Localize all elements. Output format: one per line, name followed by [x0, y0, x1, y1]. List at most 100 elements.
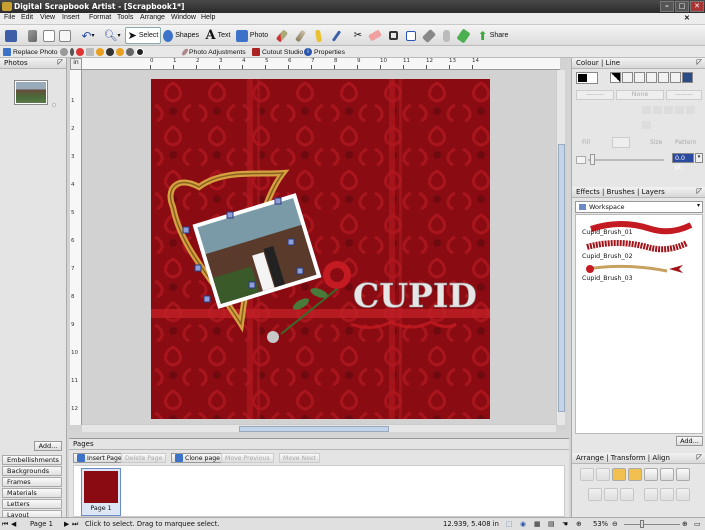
next-page-icon[interactable]: ▶ — [64, 520, 69, 528]
fit-page-icon[interactable]: ▭ — [694, 520, 700, 528]
brush-item-3[interactable]: Cupid_Brush_03 — [582, 275, 633, 282]
grid-icon[interactable]: ▦ — [534, 520, 540, 528]
clone-tool[interactable] — [438, 27, 454, 44]
arrange-transform-align-tab[interactable]: Arrange | Transform | Align — [576, 454, 670, 462]
crop-tool[interactable] — [385, 27, 401, 44]
category-materials[interactable]: Materials — [2, 488, 62, 498]
arrange-btn-10[interactable] — [620, 488, 634, 501]
line-5-icon[interactable] — [670, 72, 681, 83]
line-4-icon[interactable] — [658, 72, 669, 83]
arrange-btn-2[interactable] — [596, 468, 610, 481]
menu-help[interactable]: Help — [201, 14, 215, 21]
line-3-icon[interactable] — [646, 72, 657, 83]
dash-style-grid[interactable] — [642, 106, 702, 134]
effects-brushes-layers-tab[interactable]: Effects | Brushes | Layers — [576, 188, 665, 196]
move-previous-button[interactable]: Move Previous — [221, 453, 274, 463]
photo-thumbnail[interactable] — [14, 80, 48, 105]
vertical-ruler[interactable]: 1 2 3 4 5 6 7 8 9 10 11 12 — [70, 70, 82, 425]
width-slider-thumb[interactable] — [590, 154, 595, 165]
paste-button[interactable] — [57, 27, 73, 44]
snap-icon[interactable]: ▤ — [548, 520, 554, 528]
vertical-scroll-thumb[interactable] — [558, 144, 565, 412]
zoom-out-icon[interactable]: ⊖ — [612, 520, 618, 528]
align-left-icon[interactable] — [660, 468, 674, 481]
shapes-tool[interactable]: Shapes — [163, 27, 199, 44]
hand-icon[interactable]: ☚ — [562, 520, 568, 528]
category-letters[interactable]: Letters — [2, 499, 62, 509]
menu-insert[interactable]: Insert — [62, 14, 80, 21]
brush-item-1[interactable]: Cupid_Brush_01 — [582, 229, 633, 236]
arrange-btn-1[interactable] — [580, 468, 594, 481]
width-slider-track[interactable] — [588, 159, 664, 161]
line-6-icon[interactable] — [682, 72, 693, 83]
last-page-icon[interactable]: ⏭ — [72, 520, 78, 529]
dash-opt-4[interactable] — [675, 106, 684, 114]
fill-spinner[interactable] — [612, 137, 630, 148]
menu-arrange[interactable]: Arrange — [140, 14, 165, 21]
properties-button[interactable]: i Properties — [304, 47, 345, 57]
page-1-thumbnail[interactable]: Page 1 — [81, 468, 121, 516]
text-tool[interactable]: A Text — [203, 27, 233, 44]
undo-button[interactable]: ↶ ▾ — [78, 27, 98, 44]
prev-page-icon[interactable]: ◀ — [11, 520, 16, 528]
dash-opt-2[interactable] — [653, 106, 662, 114]
replace-photo-button[interactable]: Replace Photo — [3, 47, 58, 57]
dash-opt-5[interactable] — [686, 106, 695, 114]
first-page-icon[interactable]: ⏮ — [2, 520, 8, 529]
menu-file[interactable]: File — [4, 14, 15, 21]
menu-edit[interactable]: Edit — [21, 14, 33, 21]
menu-tools[interactable]: Tools — [117, 14, 133, 21]
brush-item-2[interactable]: Cupid_Brush_02 — [582, 253, 633, 260]
clone-page-button[interactable]: Clone page — [171, 453, 224, 463]
arrange-btn-8[interactable] — [588, 488, 602, 501]
arrange-btn-11[interactable] — [644, 488, 658, 501]
effects-pin-icon[interactable]: ◸ — [697, 187, 702, 195]
eraser-brush-tool[interactable] — [292, 27, 308, 44]
menu-window[interactable]: Window — [171, 14, 196, 21]
cutout-studio-button[interactable]: Cutout Studio — [252, 47, 303, 57]
zoom-slider-thumb[interactable] — [640, 520, 644, 528]
photo-adjustments-button[interactable]: Photo Adjustments — [180, 47, 246, 57]
recolor-tool[interactable] — [455, 27, 471, 44]
cut-button[interactable] — [24, 27, 40, 44]
send-backward-icon[interactable] — [628, 468, 642, 481]
line-style-buttons[interactable] — [610, 72, 704, 84]
eraser-tool[interactable] — [367, 27, 383, 44]
width-dropdown-icon[interactable]: ▾ — [695, 153, 703, 163]
zoom-button[interactable]: 🔍︎ ▾ — [101, 27, 123, 44]
arrange-btn-9[interactable] — [604, 488, 618, 501]
dash-opt-6[interactable] — [642, 121, 651, 129]
align-center-icon[interactable] — [676, 468, 690, 481]
fill-tool[interactable] — [421, 27, 437, 44]
zoom-tool-icon[interactable]: ⊕ — [576, 520, 582, 528]
photos-add-button[interactable]: Add... — [34, 441, 62, 451]
menu-format[interactable]: Format — [89, 14, 111, 21]
category-backgrounds[interactable]: Backgrounds — [2, 466, 62, 476]
insert-page-button[interactable]: Insert Page — [73, 453, 126, 463]
arrange-btn-13[interactable] — [676, 488, 690, 501]
menu-view[interactable]: View — [40, 14, 55, 21]
swap-colour-icon[interactable] — [610, 72, 621, 83]
maximize-button[interactable]: □ — [675, 1, 689, 12]
arrange-pin-icon[interactable]: ◸ — [697, 453, 702, 461]
scrapbook-page[interactable]: CUPID — [151, 79, 490, 419]
paintbrush-tool[interactable] — [274, 27, 290, 44]
colour-line-tab[interactable]: Colour | Line — [576, 59, 620, 67]
zoom-in-icon[interactable]: ⊕ — [682, 520, 688, 528]
bring-forward-icon[interactable] — [612, 468, 626, 481]
delete-page-button[interactable]: Delete Page — [121, 453, 167, 463]
none-select[interactable]: None — [616, 90, 664, 100]
category-embellishments[interactable]: Embellishments — [2, 455, 62, 465]
brush-list[interactable]: Cupid_Brush_01 Cupid_Brush_02 Cupid_Brus… — [575, 214, 703, 434]
zoom-slider-track[interactable] — [624, 524, 680, 525]
cutout-tool[interactable]: ✂ — [350, 27, 366, 44]
close-button[interactable]: ✕ — [690, 1, 704, 12]
photo-tool[interactable]: Photo — [235, 27, 269, 44]
preview-icon[interactable]: ◉ — [520, 520, 526, 528]
line-1-icon[interactable] — [622, 72, 633, 83]
panel-pin-icon[interactable]: ◸ — [58, 58, 63, 66]
flip-icon[interactable] — [644, 468, 658, 481]
photo-tools-group[interactable] — [60, 47, 144, 57]
brushes-add-button[interactable]: Add... — [676, 436, 703, 446]
dash-opt-3[interactable] — [664, 106, 673, 114]
